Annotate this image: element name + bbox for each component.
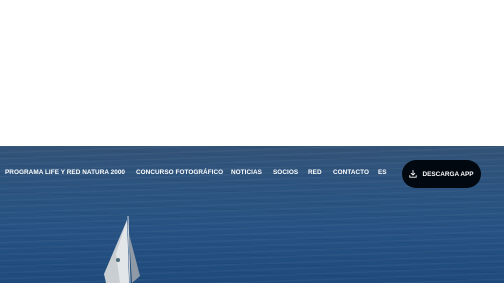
main-navigation: PROGRAMA LIFE Y RED NATURA 2000 CONCURSO… <box>0 160 504 188</box>
nav-item-red[interactable]: RED <box>308 169 322 176</box>
nav-item-programa-life[interactable]: PROGRAMA LIFE Y RED NATURA 2000 <box>5 169 125 176</box>
nav-item-noticias[interactable]: NOTICIAS <box>231 169 262 176</box>
sailboat-image <box>104 215 140 283</box>
download-icon <box>409 170 418 178</box>
download-app-label: DESCARGA APP <box>422 170 474 178</box>
page-top-whitespace <box>0 0 504 146</box>
nav-item-contacto[interactable]: CONTACTO <box>333 169 369 176</box>
nav-item-socios[interactable]: SOCIOS <box>273 169 298 176</box>
nav-item-concurso-fotografico[interactable]: CONCURSO FOTOGRÁFICO <box>136 169 223 176</box>
language-selector[interactable]: ES <box>378 169 387 176</box>
download-app-button[interactable]: DESCARGA APP <box>402 160 481 188</box>
